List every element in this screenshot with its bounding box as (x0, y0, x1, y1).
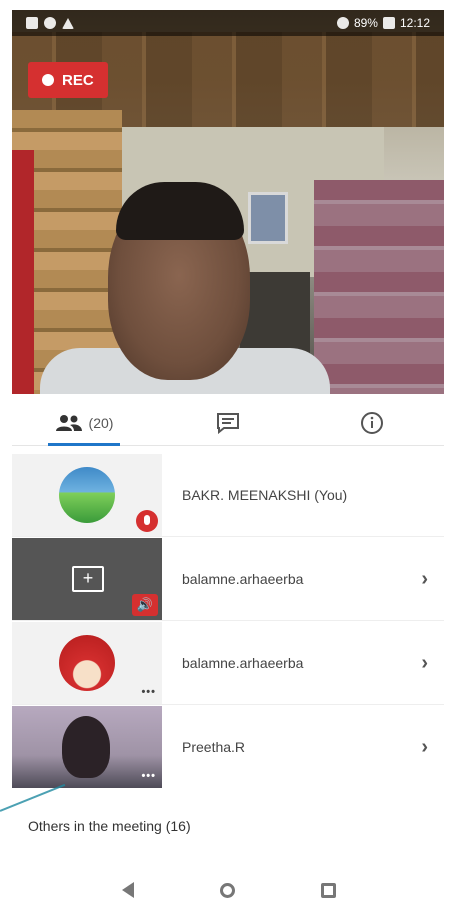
row-divider (12, 620, 444, 621)
clock: 12:12 (399, 16, 430, 30)
people-icon (55, 414, 82, 431)
more-icon: ••• (141, 770, 156, 782)
participant-name: Preetha.R (182, 739, 246, 755)
participant-thumb: ••• (12, 622, 162, 704)
chevron-right-icon[interactable]: › (421, 622, 428, 704)
speaker-icon: 🔊 (132, 594, 158, 616)
alarm-icon (336, 17, 349, 29)
battery-icon (382, 17, 395, 29)
main-video[interactable]: 89% 12:12 REC (12, 10, 444, 394)
participant-row[interactable]: BAKR. MEENAKSHI (You) (12, 454, 444, 536)
video-window (248, 192, 288, 244)
notification-icon (26, 17, 38, 29)
tab-participants[interactable]: (20) (12, 400, 156, 446)
participant-thumb: 🔊 (12, 538, 162, 620)
participant-count: (20) (88, 414, 114, 431)
tab-bar: (20) (12, 400, 444, 446)
system-nav-bar (0, 866, 457, 914)
tab-info[interactable] (300, 400, 444, 445)
sync-icon (44, 17, 56, 29)
status-left-icons (26, 17, 74, 29)
chevron-right-icon[interactable]: › (421, 706, 428, 788)
signal-icon (62, 17, 74, 29)
info-icon (361, 411, 383, 434)
participant-row[interactable]: ••• Preetha.R › (12, 706, 444, 788)
row-divider (12, 536, 444, 537)
participant-name: BAKR. MEENAKSHI (You) (182, 487, 348, 503)
tab-chat[interactable] (156, 400, 300, 445)
participant-row[interactable]: ••• balamne.arhaeerba › (12, 622, 444, 704)
rec-badge: REC (28, 62, 108, 98)
participant-name: balamne.arhaeerba (182, 571, 304, 587)
back-icon[interactable] (121, 882, 134, 898)
pointer-mark (0, 783, 66, 812)
status-bar: 89% 12:12 (12, 10, 444, 36)
status-right-icons: 89% 12:12 (336, 16, 430, 30)
camera-feed (62, 716, 110, 778)
screen-share-icon (72, 566, 104, 592)
home-icon[interactable] (219, 882, 235, 898)
row-divider (12, 704, 444, 705)
more-icon: ••• (141, 686, 156, 698)
recents-icon[interactable] (320, 882, 336, 898)
battery-percent: 89% (353, 16, 378, 30)
participant-row[interactable]: 🔊 balamne.arhaeerba › (12, 538, 444, 620)
mic-muted-icon (136, 510, 158, 532)
rec-label: REC (62, 71, 94, 89)
others-in-meeting[interactable]: Others in the meeting (16) (28, 818, 191, 834)
chat-icon (217, 412, 239, 434)
avatar (59, 467, 115, 523)
participant-thumb: ••• (12, 706, 162, 788)
rec-dot-icon (42, 74, 54, 86)
chevron-right-icon[interactable]: › (421, 538, 428, 620)
video-shelf-right (314, 180, 444, 394)
participant-thumb (12, 454, 162, 536)
participant-name: balamne.arhaeerba (182, 655, 304, 671)
avatar (59, 635, 115, 691)
